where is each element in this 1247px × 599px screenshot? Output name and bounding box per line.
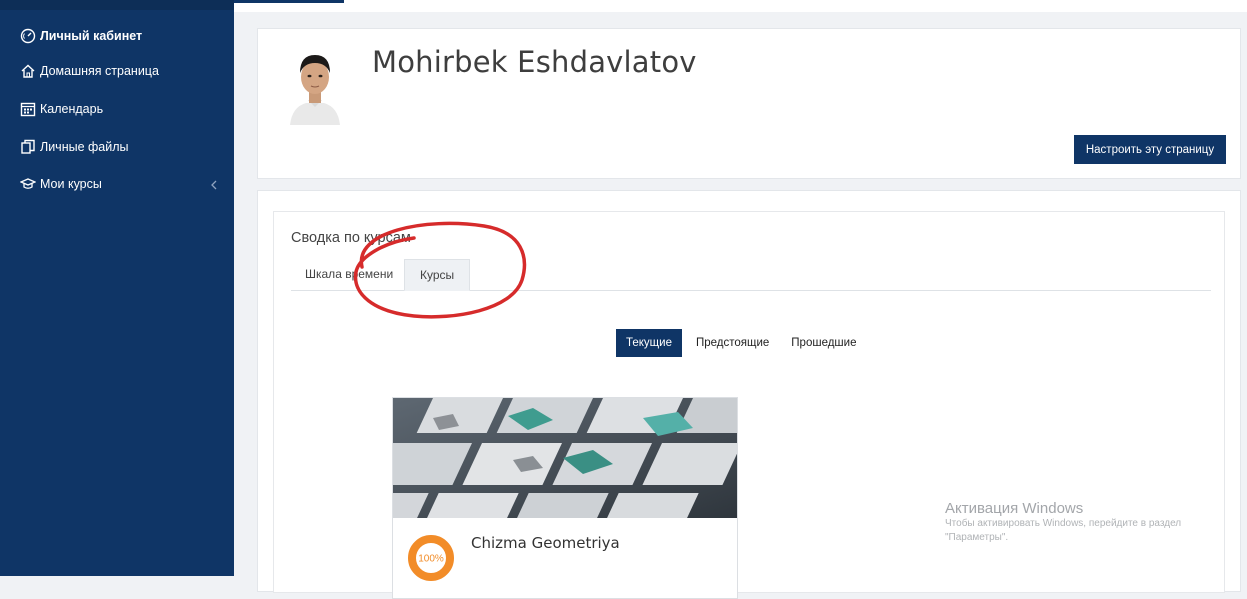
sidebar-item-private-files[interactable]: Личные файлы: [20, 136, 129, 158]
sidebar-item-label: Домашняя страница: [40, 64, 159, 78]
block-title: Сводка по курсам: [291, 230, 411, 246]
top-navbar: [234, 0, 1247, 12]
avatar[interactable]: [286, 45, 344, 125]
page-title: Mohirbek Eshdavlatov: [372, 45, 697, 79]
filter-past[interactable]: Прошедшие: [791, 329, 856, 357]
files-icon: [20, 139, 36, 155]
tab-bar: Шкала времени Курсы: [291, 259, 1211, 291]
graduation-cap-icon: [20, 176, 36, 192]
course-filter-bar: Текущие Предстоящие Прошедшие: [616, 329, 878, 357]
chevron-left-icon[interactable]: [208, 179, 220, 191]
sidebar-item-label: Личные файлы: [40, 140, 129, 154]
customise-page-button[interactable]: Настроить эту страницу: [1074, 135, 1226, 164]
sidebar-item-dashboard[interactable]: Личный кабинет: [20, 25, 142, 47]
sidebar-item-calendar[interactable]: Календарь: [20, 98, 103, 120]
navbar-accent: [234, 0, 344, 3]
filter-in-progress[interactable]: Текущие: [616, 329, 682, 357]
sidebar-item-label: Календарь: [40, 102, 104, 116]
sidebar-item-label: Личный кабинет: [40, 29, 143, 43]
sidebar-item-label: Мои курсы: [40, 177, 102, 191]
windows-activation-watermark: Активация Windows Чтобы активировать Win…: [945, 500, 1245, 545]
filter-future[interactable]: Предстоящие: [696, 329, 769, 357]
sidebar-top-strip: [0, 0, 234, 10]
sidebar-item-my-courses[interactable]: Мои курсы: [20, 173, 102, 195]
course-name-link[interactable]: Chizma Geometriya: [471, 534, 620, 552]
page-header: Mohirbek Eshdavlatov Настроить эту стран…: [257, 28, 1241, 179]
sidebar: Личный кабинет Домашняя страница Календа…: [0, 0, 234, 576]
dashboard-icon: [20, 28, 36, 44]
tab-timeline[interactable]: Шкала времени: [291, 259, 407, 289]
home-icon: [20, 63, 36, 79]
watermark-line2: "Параметры".: [945, 532, 1009, 543]
watermark-title: Активация Windows: [945, 500, 1084, 517]
watermark-line1: Чтобы активировать Windows, перейдите в …: [945, 518, 1182, 529]
calendar-icon: [20, 101, 36, 117]
tab-courses[interactable]: Курсы: [404, 259, 471, 291]
sidebar-item-home[interactable]: Домашняя страница: [20, 60, 159, 82]
progress-label: 100%: [418, 554, 444, 565]
course-card[interactable]: 100% Chizma Geometriya: [392, 397, 738, 599]
course-image[interactable]: [393, 398, 737, 518]
progress-ring: 100%: [408, 535, 454, 581]
